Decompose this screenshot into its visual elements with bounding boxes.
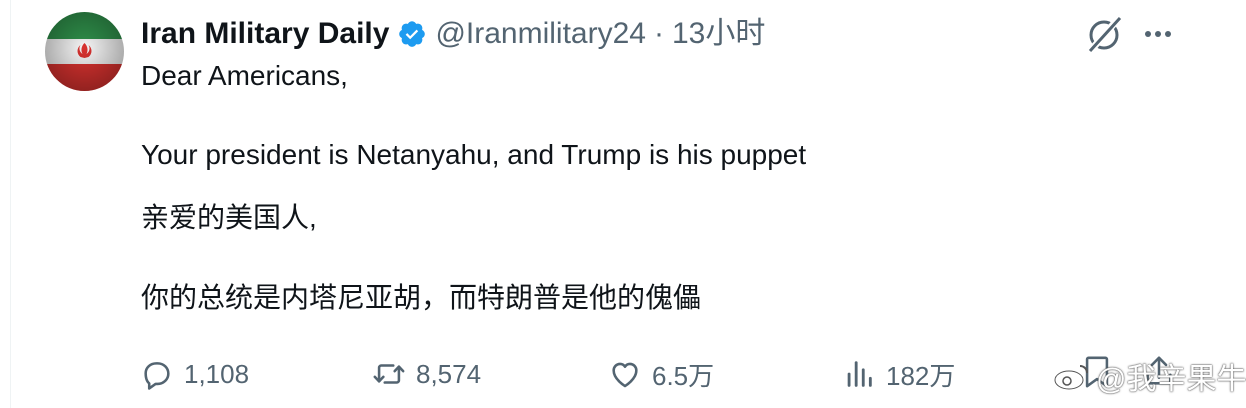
- retweet-icon: [373, 364, 405, 384]
- author-avatar[interactable]: [45, 12, 124, 91]
- views-button[interactable]: 182万: [842, 352, 955, 396]
- more-horizontal-icon: [1145, 31, 1171, 37]
- retweet-count: 8,574: [416, 358, 482, 389]
- tweet-text-line: 亲爱的美国人,: [141, 202, 317, 233]
- more-options-button[interactable]: [1138, 15, 1180, 53]
- tweet-text-line: Dear Americans,: [141, 60, 348, 91]
- reply-icon: [144, 362, 170, 390]
- retweet-button[interactable]: 8,574: [372, 352, 481, 396]
- timeline-divider: [10, 0, 11, 408]
- author-handle[interactable]: @Iranmilitary24: [435, 14, 646, 54]
- like-count: 6.5万: [652, 360, 715, 391]
- tweet-text-line: Your president is Netanyahu, and Trump i…: [141, 139, 807, 170]
- weibo-logo-icon: [1053, 365, 1088, 391]
- grok-button[interactable]: [1084, 15, 1126, 53]
- author-display-name[interactable]: Iran Military Daily: [141, 14, 389, 54]
- tweet-text-line: 你的总统是内塔尼亚胡，而特朗普是他的傀儡: [141, 282, 702, 313]
- watermark-text: @我辛果牛: [1096, 363, 1246, 396]
- grok-icon: [1088, 16, 1122, 53]
- reply-count: 1,108: [184, 358, 250, 389]
- verified-badge-icon: [399, 21, 426, 47]
- weibo-watermark: @我辛果牛: [1052, 356, 1246, 396]
- tweet-card: Iran Military Daily @Iranmilitary24 · 13…: [0, 0, 1246, 408]
- view-count: 182万: [886, 360, 956, 391]
- tweet-header: Iran Military Daily @Iranmilitary24 · 13…: [141, 14, 765, 54]
- header-separator: ·: [653, 17, 664, 50]
- analytics-icon: [847, 361, 872, 387]
- like-button[interactable]: 6.5万: [608, 352, 714, 396]
- reply-button[interactable]: 1,108: [140, 352, 249, 396]
- heart-icon: [612, 362, 638, 388]
- iran-flag-icon: [45, 12, 124, 91]
- tweet-timestamp[interactable]: 13小时: [672, 14, 765, 54]
